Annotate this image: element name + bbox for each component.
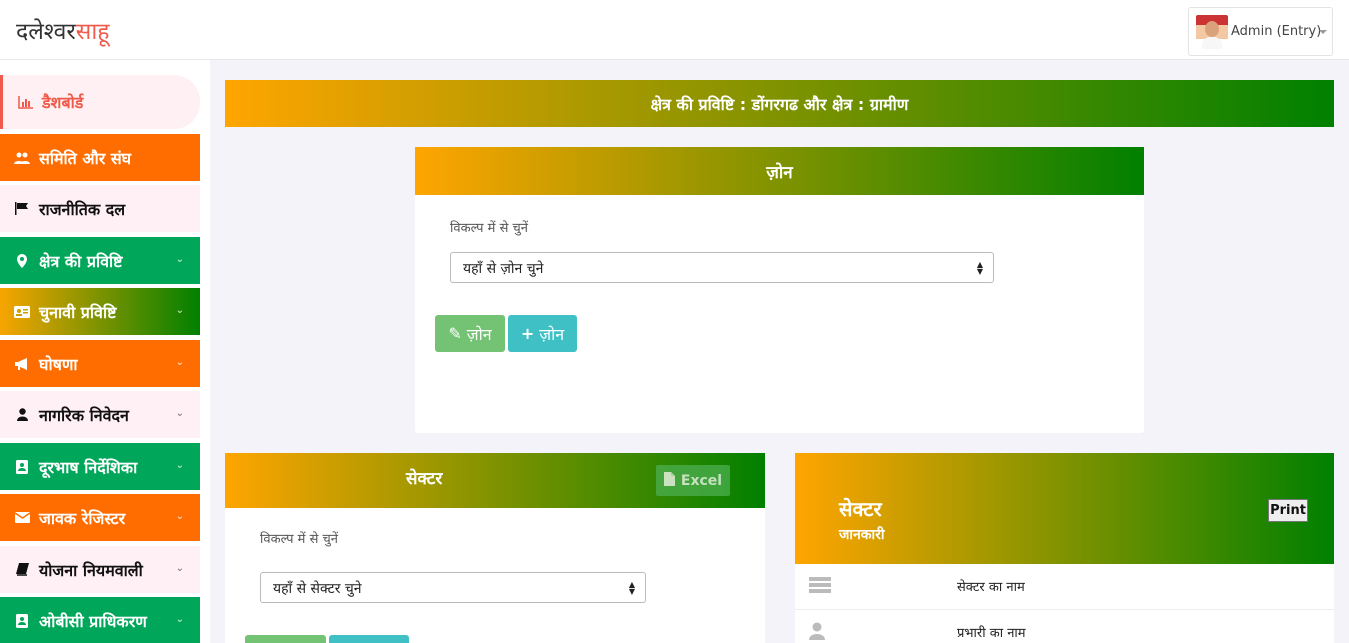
sector-card: सेक्टर Excel विकल्प में से चुनें यहाँ से… (225, 453, 765, 643)
user-icon (13, 408, 31, 421)
sidebar-item-election-entry[interactable]: चुनावी प्रविष्टि ⌄ (0, 288, 200, 335)
sidebar-item-label: ओबीसी प्राधिकरण (39, 611, 147, 631)
map-marker-icon (13, 253, 31, 268)
sector-select-label: विकल्प में से चुनें (260, 532, 338, 547)
users-icon (13, 152, 31, 164)
zone-select-label: विकल्प में से चुनें (450, 221, 528, 236)
user-icon (809, 622, 829, 640)
edit-sector-button[interactable] (245, 635, 326, 643)
info-row-label: सेक्टर का नाम (957, 580, 1025, 595)
sidebar-item-committee[interactable]: समिति और संघ (0, 134, 200, 181)
zone-select-value: यहाँ से ज़ोन चुने (463, 261, 544, 277)
add-zone-button[interactable]: + ज़ोन (508, 315, 577, 352)
book-icon (13, 563, 31, 576)
sidebar-item-dashboard[interactable]: डैशबोर्ड (0, 75, 200, 129)
sidebar-item-label: घोषणा (39, 354, 78, 374)
file-icon (663, 471, 675, 490)
zone-card-header: ज़ोन (415, 147, 1144, 195)
top-bar: दलेश्वरसाहू Admin (Entry) (0, 0, 1349, 60)
info-row-sector-name: सेक्टर का नाम (795, 564, 1334, 609)
sidebar-item-label: समिति और संघ (39, 148, 132, 168)
flag-icon (13, 202, 31, 215)
chevron-down-icon: ⌄ (175, 614, 184, 625)
info-row-label: प्रभारी का नाम (957, 626, 1026, 641)
chevron-down-icon: ⌄ (175, 460, 184, 471)
excel-export-button[interactable]: Excel (656, 465, 730, 496)
user-menu[interactable]: Admin (Entry) (1188, 7, 1333, 56)
add-sector-button[interactable] (329, 635, 409, 643)
envelope-icon (13, 512, 31, 523)
sidebar-item-phone-directory[interactable]: दूरभाष निर्देशिका ⌄ (0, 443, 200, 490)
chevron-down-icon: ⌄ (175, 254, 184, 265)
sidebar-item-area-entry[interactable]: क्षेत्र की प्रविष्टि ⌄ (0, 237, 200, 284)
logo-main-text: दलेश्वर (16, 19, 76, 45)
sector-info-subtitle: जानकारी (839, 527, 885, 543)
plus-icon: + (520, 324, 535, 343)
id-card-icon (13, 305, 31, 318)
pencil-icon: ✎ (448, 324, 462, 343)
logo-accent-text: साहू (75, 19, 110, 45)
sector-info-title: सेक्टर (839, 497, 882, 521)
user-name: Admin (Entry) (1231, 24, 1322, 39)
edit-zone-button[interactable]: ✎ ज़ोन (435, 315, 505, 352)
sector-info-card: सेक्टर जानकारी Print सेक्टर का नाम प्रभा… (795, 453, 1334, 643)
print-label: Print (1270, 503, 1306, 518)
page-title-banner: क्षेत्र की प्रविष्टि : डोंगरगढ और क्षेत्… (225, 80, 1334, 127)
chevron-down-icon: ⌄ (175, 305, 184, 316)
excel-export-label: Excel (680, 472, 723, 489)
sidebar-item-announcement[interactable]: घोषणा ⌄ (0, 340, 200, 387)
sidebar-item-label: जावक रेजिस्टर (39, 508, 126, 528)
select-arrows-icon: ▲ ▼ (976, 260, 983, 276)
info-row-incharge-name: प्रभारी का नाम (795, 609, 1334, 643)
sidebar-item-citizen-request[interactable]: नागरिक निवेदन ⌄ (0, 391, 200, 438)
add-zone-label: ज़ोन (539, 324, 565, 344)
sidebar-item-label: नागरिक निवेदन (39, 405, 129, 425)
sector-card-header: सेक्टर Excel (225, 453, 765, 508)
caret-down-icon (1319, 30, 1327, 34)
chevron-down-icon: ⌄ (175, 563, 184, 574)
chevron-down-icon: ⌄ (175, 511, 184, 522)
page-title: क्षेत्र की प्रविष्टि : डोंगरगढ और क्षेत्… (650, 94, 909, 114)
sector-select[interactable]: यहाँ से सेक्टर चुने ▲ ▼ (260, 572, 646, 603)
sidebar-item-political-party[interactable]: राजनीतिक दल (0, 185, 200, 232)
chevron-down-icon: ⌄ (175, 357, 184, 368)
zone-card-title: ज़ोन (766, 162, 793, 183)
address-book-icon (13, 459, 31, 474)
zone-card: ज़ोन विकल्प में से चुनें यहाँ से ज़ोन चु… (415, 147, 1144, 433)
sidebar: डैशबोर्ड समिति और संघ राजनीतिक दल क्षेत्… (0, 60, 210, 643)
sidebar-item-label: योजना नियमवाली (39, 560, 143, 580)
app-logo[interactable]: दलेश्वरसाहू (16, 14, 110, 46)
sidebar-item-label: चुनावी प्रविष्टि (39, 302, 117, 322)
sidebar-item-scheme-rules[interactable]: योजना नियमवाली ⌄ (0, 546, 200, 593)
address-book-icon (13, 613, 31, 628)
zone-select[interactable]: यहाँ से ज़ोन चुने ▲ ▼ (450, 252, 994, 283)
sidebar-item-label: डैशबोर्ड (42, 93, 84, 112)
bullhorn-icon (13, 357, 31, 370)
sidebar-item-obc-authority[interactable]: ओबीसी प्राधिकरण ⌄ (0, 597, 200, 643)
sidebar-item-label: दूरभाष निर्देशिका (39, 457, 138, 477)
sector-select-value: यहाँ से सेक्टर चुने (273, 581, 362, 597)
select-arrows-icon: ▲ ▼ (628, 580, 635, 596)
sidebar-item-label: राजनीतिक दल (39, 199, 126, 219)
list-icon (809, 577, 831, 593)
chevron-down-icon: ⌄ (175, 408, 184, 419)
avatar (1196, 15, 1228, 49)
sidebar-item-outward-register[interactable]: जावक रेजिस्टर ⌄ (0, 494, 200, 541)
sector-card-title: सेक्टर (406, 469, 443, 489)
sector-info-header: सेक्टर जानकारी Print (795, 453, 1334, 564)
bar-chart-icon (16, 95, 34, 109)
print-button[interactable]: Print (1268, 499, 1308, 522)
edit-zone-label: ज़ोन (466, 324, 492, 344)
sidebar-item-label: क्षेत्र की प्रविष्टि (39, 251, 123, 271)
